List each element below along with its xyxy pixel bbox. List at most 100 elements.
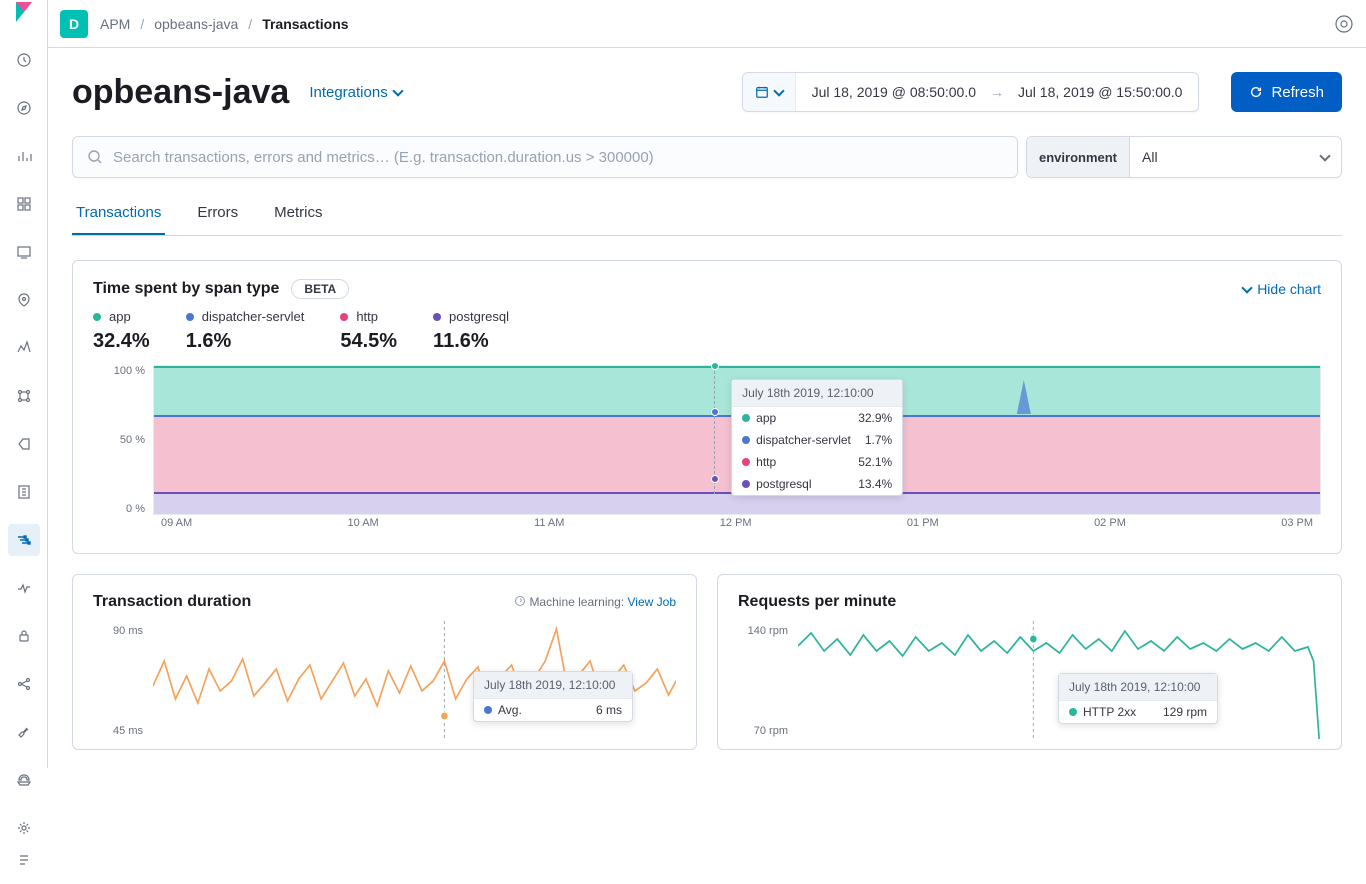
y-tick: 70 rpm [738, 725, 788, 737]
search-input[interactable] [113, 149, 1003, 166]
legend-item[interactable]: http 54.5% [340, 309, 397, 353]
nav-graph-icon[interactable] [8, 668, 40, 700]
search-box[interactable] [72, 136, 1018, 178]
rpm-chart[interactable]: 140 rpm 70 rpm July 18th 2019, 12:10:00 [738, 621, 1321, 741]
breadcrumb: APM / opbeans-java / Transactions [100, 16, 349, 32]
nav-canvas-icon[interactable] [8, 236, 40, 268]
y-tick: 0 % [93, 503, 145, 515]
legend-label-text: dispatcher-servlet [202, 309, 305, 324]
x-tick: 12 PM [720, 517, 752, 535]
rpm-tooltip: July 18th 2019, 12:10:00 HTTP 2xx 129 rp… [1058, 673, 1218, 724]
nav-collapse-icon[interactable] [8, 844, 40, 876]
legend-item[interactable]: app32.4% [93, 309, 150, 353]
legend-value: 32.4% [93, 330, 150, 353]
nav-recent-icon[interactable] [8, 44, 40, 76]
legend-dot [340, 313, 348, 321]
tooltip-time: July 18th 2019, 12:10:00 [732, 380, 902, 407]
tooltip-row: dispatcher-servlet1.7% [732, 429, 902, 451]
legend-label-text: postgresql [449, 309, 509, 324]
tab-metrics[interactable]: Metrics [270, 194, 326, 235]
nav-maps-icon[interactable] [8, 284, 40, 316]
tooltip-row: app32.9% [732, 407, 902, 429]
arrow-right-icon: → [990, 84, 1004, 100]
legend-value: 54.5% [340, 330, 397, 353]
date-from: Jul 18, 2019 @ 08:50:00.0 [812, 84, 976, 100]
search-icon [87, 149, 103, 165]
environment-value: All [1142, 149, 1158, 165]
y-tick: 140 rpm [738, 625, 788, 637]
nav-file-icon[interactable] [8, 476, 40, 508]
nav-discover-icon[interactable] [8, 92, 40, 124]
legend-dot [93, 313, 101, 321]
y-tick: 50 % [93, 434, 145, 446]
nav-uptime-icon[interactable] [8, 572, 40, 604]
span-x-axis: 09 AM10 AM11 AM12 PM01 PM02 PM03 PM [153, 517, 1321, 535]
nav-monitoring-icon[interactable] [8, 764, 40, 796]
integrations-link[interactable]: Integrations [309, 84, 401, 101]
date-range-picker[interactable]: Jul 18, 2019 @ 08:50:00.0 → Jul 18, 2019… [742, 72, 1200, 112]
x-tick: 02 PM [1094, 517, 1126, 535]
legend-value: 11.6% [433, 330, 509, 353]
legend-label-text: http [356, 309, 378, 324]
nav-ml-icon[interactable] [8, 332, 40, 364]
chevron-down-icon [773, 85, 784, 96]
hide-chart-button[interactable]: Hide chart [1243, 281, 1321, 297]
refresh-button[interactable]: Refresh [1231, 72, 1342, 112]
beta-badge: BETA [291, 279, 349, 299]
top-bar: D APM / opbeans-java / Transactions [48, 0, 1366, 48]
breadcrumb-sep: / [140, 16, 144, 32]
duration-title: Transaction duration [93, 593, 251, 611]
hide-chart-label: Hide chart [1257, 281, 1321, 297]
help-icon[interactable] [514, 595, 526, 607]
tt-label: Avg. [498, 703, 522, 717]
nav-infra-icon[interactable] [8, 380, 40, 412]
tab-transactions[interactable]: Transactions [72, 194, 165, 235]
legend-value: 1.6% [186, 330, 305, 353]
ml-view-job-link[interactable]: View Job [628, 595, 676, 609]
refresh-label: Refresh [1271, 84, 1324, 101]
nav-devtools-icon[interactable] [8, 716, 40, 748]
legend-item[interactable]: dispatcher-servlet 1.6% [186, 309, 305, 353]
date-to: Jul 18, 2019 @ 15:50:00.0 [1018, 84, 1182, 100]
tooltip-time: July 18th 2019, 12:10:00 [474, 672, 632, 699]
tab-errors[interactable]: Errors [193, 194, 242, 235]
span-panel-title: Time spent by span type [93, 280, 279, 298]
breadcrumb-root[interactable]: APM [100, 16, 130, 32]
tt-value: 6 ms [596, 703, 622, 717]
rpm-panel: Requests per minute 140 rpm 70 rpm [717, 574, 1342, 750]
nav-logs-icon[interactable] [8, 428, 40, 460]
ml-link-group: Machine learning: View Job [514, 595, 676, 609]
duration-chart[interactable]: 90 ms 45 ms July 18th 2019, 12:10:00 [93, 621, 676, 741]
breadcrumb-service[interactable]: opbeans-java [154, 16, 238, 32]
kibana-logo[interactable] [0, 0, 48, 24]
calendar-button[interactable] [743, 73, 796, 111]
tooltip-time: July 18th 2019, 12:10:00 [1059, 674, 1217, 701]
help-icon[interactable] [1334, 14, 1354, 34]
chevron-down-icon [1242, 282, 1253, 293]
space-badge[interactable]: D [60, 10, 88, 38]
integrations-label: Integrations [309, 84, 387, 101]
chevron-down-icon [392, 85, 403, 96]
tooltip-row: postgresql13.4% [732, 473, 902, 495]
legend-dot [433, 313, 441, 321]
y-tick: 45 ms [93, 725, 143, 737]
environment-label: environment [1027, 137, 1130, 177]
chevron-down-icon [1319, 150, 1330, 161]
tabs: Transactions Errors Metrics [72, 194, 1342, 236]
span-type-panel: Time spent by span type BETA Hide chart … [72, 260, 1342, 554]
nav-visualize-icon[interactable] [8, 140, 40, 172]
x-tick: 01 PM [907, 517, 939, 535]
y-tick: 100 % [93, 365, 145, 377]
nav-apm-icon[interactable] [8, 524, 40, 556]
chart-hover-line [714, 366, 715, 494]
environment-select[interactable]: environment All [1026, 136, 1342, 178]
page-title: opbeans-java [72, 73, 289, 112]
nav-siem-icon[interactable] [8, 620, 40, 652]
legend-item[interactable]: postgresql 11.6% [433, 309, 509, 353]
span-legend: app32.4% dispatcher-servlet 1.6% http 54.5% p… [93, 309, 1321, 353]
x-tick: 11 AM [534, 517, 564, 535]
nav-dashboard-icon[interactable] [8, 188, 40, 220]
span-tooltip: July 18th 2019, 12:10:00 app32.9%dispatc… [731, 379, 903, 496]
nav-management-icon[interactable] [8, 812, 40, 844]
span-chart[interactable]: 100 % 50 % 0 % [93, 365, 1321, 535]
